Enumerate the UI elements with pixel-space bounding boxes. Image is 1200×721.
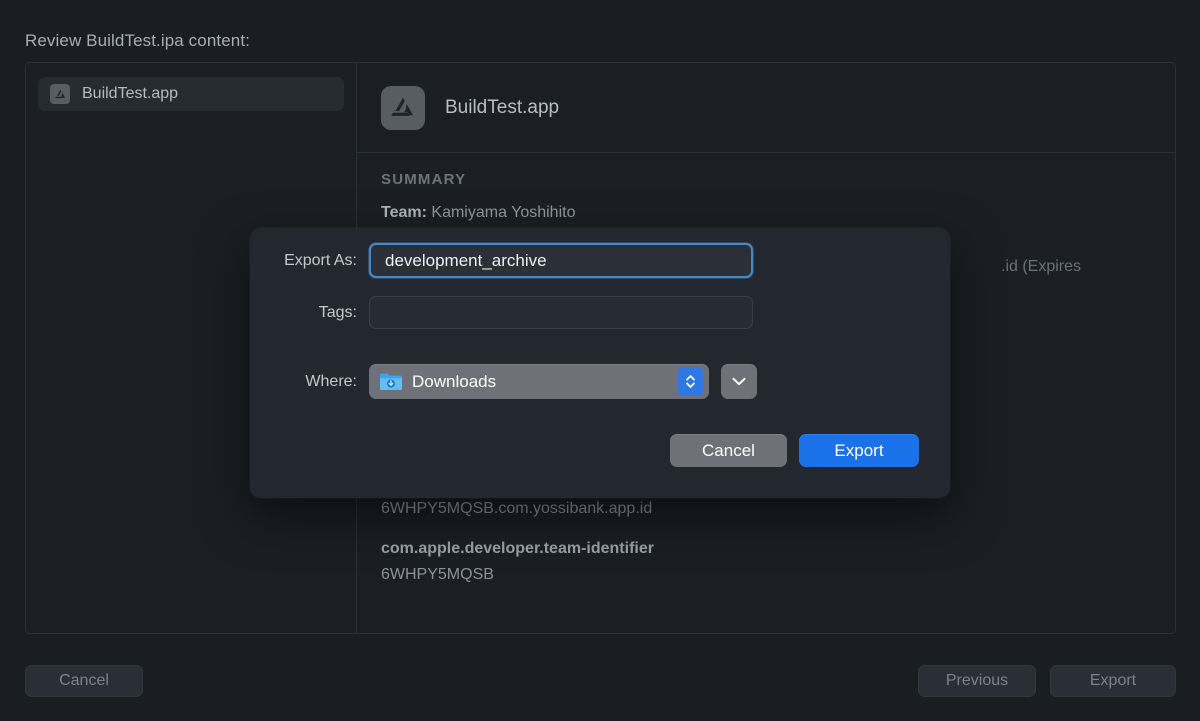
- entitlement-value: 6WHPY5MQSB.com.yossibank.app.id: [381, 500, 653, 518]
- sheet-export-button[interactable]: Export: [799, 434, 919, 467]
- entitlement-row: com.apple.developer.team-identifier 6WHP…: [381, 536, 1151, 587]
- export-as-label: Export As:: [284, 251, 357, 269]
- summary-team-value: Kamiyama Yoshihito: [431, 204, 576, 221]
- where-popup-button[interactable]: Downloads: [369, 364, 709, 399]
- downloads-folder-icon: [379, 372, 403, 391]
- tags-label: Tags:: [318, 303, 357, 321]
- entitlement-key: com.apple.developer.team-identifier: [381, 539, 654, 557]
- app-root: Review BuildTest.ipa content: BuildTest.…: [0, 0, 1200, 721]
- tags-input[interactable]: [369, 296, 753, 329]
- summary-team-key: Team:: [381, 204, 427, 221]
- where-label: Where:: [305, 372, 357, 390]
- cancel-button[interactable]: Cancel: [25, 665, 143, 697]
- entitlement-value: 6WHPY5MQSB: [381, 565, 494, 583]
- where-row: Where: Downloads: [217, 364, 757, 399]
- chevron-down-icon[interactable]: [721, 364, 757, 399]
- page-title: Review BuildTest.ipa content:: [25, 31, 250, 50]
- sidebar-item-buildtest-app[interactable]: BuildTest.app: [38, 77, 344, 111]
- app-store-icon: [381, 85, 425, 130]
- summary-profile-tail: .id (Expires: [1001, 257, 1082, 275]
- sheet-cancel-button[interactable]: Cancel: [670, 434, 787, 467]
- summary-section-heading: SUMMARY: [381, 171, 467, 188]
- export-button[interactable]: Export: [1050, 665, 1176, 697]
- detail-title: BuildTest.app: [445, 96, 560, 118]
- where-value: Downloads: [412, 371, 497, 391]
- summary-team-row: Team: Kamiyama Yoshihito: [381, 201, 1151, 226]
- app-store-icon: [50, 84, 70, 104]
- tags-row: Tags:: [217, 296, 753, 329]
- up-down-stepper-icon[interactable]: [678, 367, 703, 396]
- sidebar-item-label: BuildTest.app: [82, 85, 179, 102]
- previous-button[interactable]: Previous: [918, 665, 1036, 697]
- export-as-row: Export As:: [217, 243, 753, 278]
- detail-header: BuildTest.app: [357, 63, 1175, 153]
- export-as-input[interactable]: [369, 243, 753, 278]
- footer-toolbar: Cancel Previous Export: [0, 650, 1200, 721]
